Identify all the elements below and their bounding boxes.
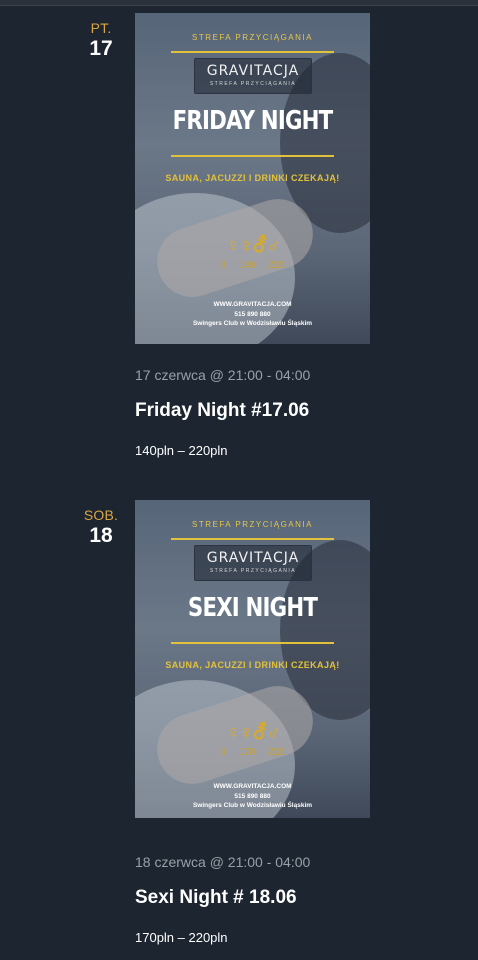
poster-logo-text: GRAVITACJA	[206, 63, 300, 79]
gender-symbols-icon: ♀♀⚦♂	[225, 235, 282, 257]
poster-prices: 0 140 220	[220, 260, 285, 271]
event-price: 170pln – 220pln	[135, 930, 228, 945]
event-day-of-week: SOB.	[83, 507, 119, 523]
event-day-number: 17	[89, 37, 113, 60]
poster-logo-text: GRAVITACJA	[206, 550, 300, 566]
event-date-box: PT. 17	[78, 0, 124, 61]
poster-divider	[171, 155, 334, 157]
poster-phone: 515 890 880	[234, 793, 271, 800]
event-day-of-week: PT.	[90, 20, 112, 36]
poster-subline: SAUNA, JACUZZI I DRINKI CZEKAJĄ!	[165, 173, 340, 183]
poster-headline: FRIDAY NIGHT	[172, 106, 334, 136]
poster-divider	[171, 538, 334, 540]
event-day-number: 18	[89, 524, 113, 547]
poster-phone: 515 890 880	[234, 311, 271, 318]
poster-logo: GRAVITACJA STREFA PRZYCIĄGANIA	[194, 58, 312, 94]
poster-logo-subtext: STREFA PRZYCIĄGANIA	[209, 568, 297, 574]
poster-tagline: STREFA PRZYCIĄGANIA	[192, 520, 313, 529]
poster-logo-subtext: STREFA PRZYCIĄGANIA	[209, 81, 297, 87]
event-price: 140pln – 220pln	[135, 443, 228, 458]
event-datetime: 17 czerwca @ 21:00 - 04:00	[135, 367, 311, 383]
poster-website: WWW.GRAVITACJA.COM	[213, 301, 292, 308]
poster-headline: SEXI NIGHT	[187, 593, 318, 623]
top-edge-bar	[0, 0, 478, 6]
poster-website: WWW.GRAVITACJA.COM	[213, 783, 292, 790]
event-datetime: 18 czerwca @ 21:00 - 04:00	[135, 854, 311, 870]
poster-divider	[171, 51, 334, 53]
poster-subline: SAUNA, JACUZZI I DRINKI CZEKAJĄ!	[165, 660, 340, 670]
event-title-link[interactable]: Friday Night #17.06	[135, 400, 309, 422]
poster-prices: 0 170 220	[220, 747, 285, 758]
event-poster-image[interactable]: STREFA PRZYCIĄGANIA GRAVITACJA STREFA PR…	[135, 500, 370, 818]
poster-club: Swingers Club w Wodzisławiu Śląskim	[192, 802, 313, 809]
event-poster-image[interactable]: STREFA PRZYCIĄGANIA GRAVITACJA STREFA PR…	[135, 13, 370, 344]
event-title-link[interactable]: Sexi Night # 18.06	[135, 887, 297, 909]
poster-logo: GRAVITACJA STREFA PRZYCIĄGANIA	[194, 545, 312, 581]
gender-symbols-icon: ♀♀⚦♂	[225, 722, 282, 744]
poster-divider	[171, 642, 334, 644]
event-date-box: SOB. 18	[78, 487, 124, 548]
poster-club: Swingers Club w Wodzisławiu Śląskim	[192, 320, 313, 327]
poster-tagline: STREFA PRZYCIĄGANIA	[192, 33, 313, 42]
